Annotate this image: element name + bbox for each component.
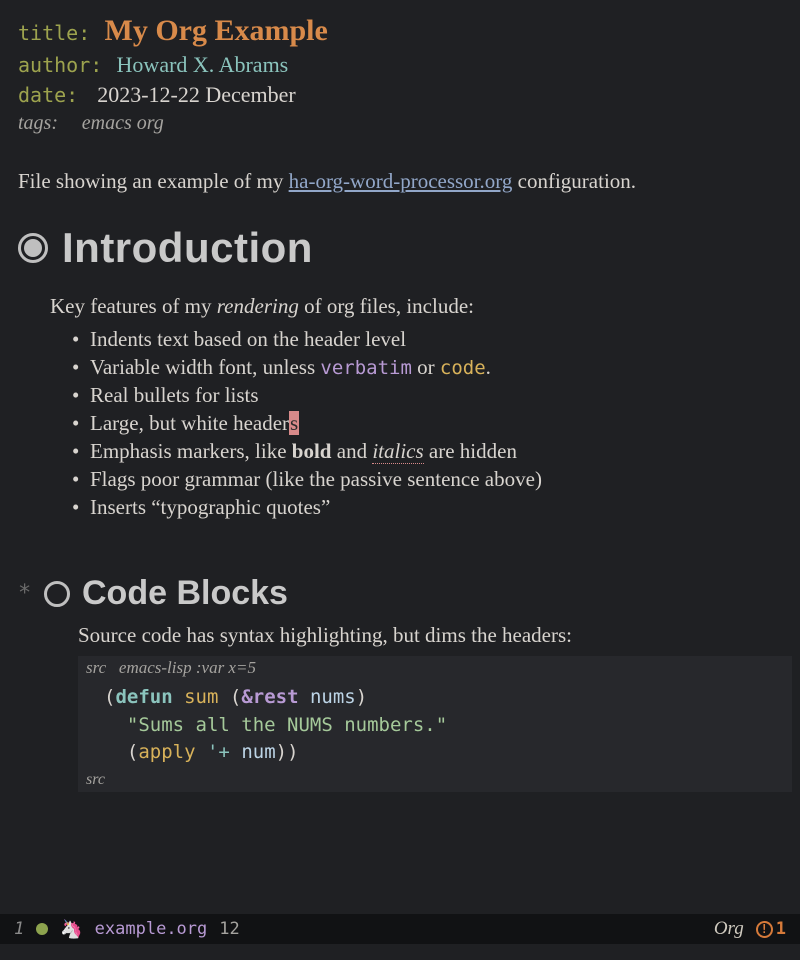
list-item: Indents text based on the header level	[72, 327, 792, 352]
source-code-block[interactable]: (defun sum (&rest nums) "Sums all the NU…	[78, 680, 792, 771]
meta-tags-line: tags: emacs org	[18, 112, 792, 135]
modified-indicator-icon	[36, 923, 48, 935]
src-begin-line: src emacs-lisp :var x=5	[78, 656, 792, 680]
meta-author-value: Howard X. Abrams	[117, 52, 289, 77]
heading-ring-icon	[44, 581, 70, 607]
verbatim-text: verbatim	[320, 357, 412, 379]
flycheck-warning[interactable]: ! 1	[756, 919, 786, 939]
list-item: » Emphasis markers, like bold and italic…	[72, 439, 792, 464]
heading-bullet-icon	[18, 233, 48, 263]
meta-author-line: author: Howard X. Abrams	[18, 52, 792, 78]
modeline[interactable]: 1 🦄 example.org 12 Org ! 1	[0, 914, 800, 944]
list-item: Inserts “typographic quotes”	[72, 495, 792, 520]
editor-frame: title: My Org Example author: Howard X. …	[0, 0, 800, 960]
meta-author-key: author:	[18, 53, 102, 77]
code-blocks-intro: Source code has syntax highlighting, but…	[78, 623, 792, 648]
modeline-line-number: 1	[14, 919, 24, 939]
warning-count: 1	[776, 919, 786, 939]
code-text: code	[440, 357, 486, 379]
bold-example: bold	[292, 439, 332, 463]
unicorn-icon: 🦄	[60, 919, 82, 940]
features-intro: Key features of my rendering of org file…	[50, 294, 792, 319]
meta-tags-key: tags:	[18, 112, 58, 134]
list-item: Variable width font, unless verbatim or …	[72, 355, 792, 380]
modeline-column: 12	[219, 919, 239, 939]
meta-title-value: My Org Example	[105, 14, 328, 47]
modeline-filename[interactable]: example.org	[95, 919, 208, 939]
list-item: Large, but white headers	[72, 411, 792, 436]
list-item: Flags poor grammar (like the passive sen…	[72, 467, 792, 492]
left-fringe	[0, 0, 16, 914]
meta-date-line: date: 2023-12-22 December	[18, 82, 792, 108]
heading-code-blocks[interactable]: * Code Blocks	[18, 574, 792, 613]
meta-title-line: title: My Org Example	[18, 14, 792, 48]
heading-code-blocks-text: Code Blocks	[82, 574, 288, 613]
heading-star-icon: *	[18, 581, 32, 606]
buffer[interactable]: title: My Org Example author: Howard X. …	[18, 14, 792, 900]
list-item: Real bullets for lists	[72, 383, 792, 408]
feature-list: Indents text based on the header level V…	[50, 327, 792, 520]
cursor: s	[289, 411, 299, 435]
intro-paragraph: File showing an example of my ha-org-wor…	[18, 167, 792, 196]
section-code-blocks: Source code has syntax highlighting, but…	[78, 623, 792, 792]
config-link[interactable]: ha-org-word-processor.org	[289, 169, 513, 193]
emphasis-rendering: rendering	[217, 294, 299, 318]
intro-text-post: configuration.	[512, 169, 636, 193]
italics-example: italics	[372, 439, 423, 464]
intro-text-pre: File showing an example of my	[18, 169, 289, 193]
meta-tags-value: emacs org	[82, 112, 164, 134]
meta-date-value: 2023-12-22 December	[97, 82, 296, 107]
meta-title-key: title:	[18, 21, 90, 45]
warning-icon: !	[756, 921, 773, 938]
meta-date-key: date:	[18, 83, 78, 107]
heading-introduction[interactable]: Introduction	[18, 224, 792, 272]
heading-introduction-text: Introduction	[62, 224, 313, 272]
section-introduction: Key features of my rendering of org file…	[50, 294, 792, 520]
modeline-major-mode[interactable]: Org	[714, 918, 744, 940]
src-end-line: src	[78, 771, 792, 792]
